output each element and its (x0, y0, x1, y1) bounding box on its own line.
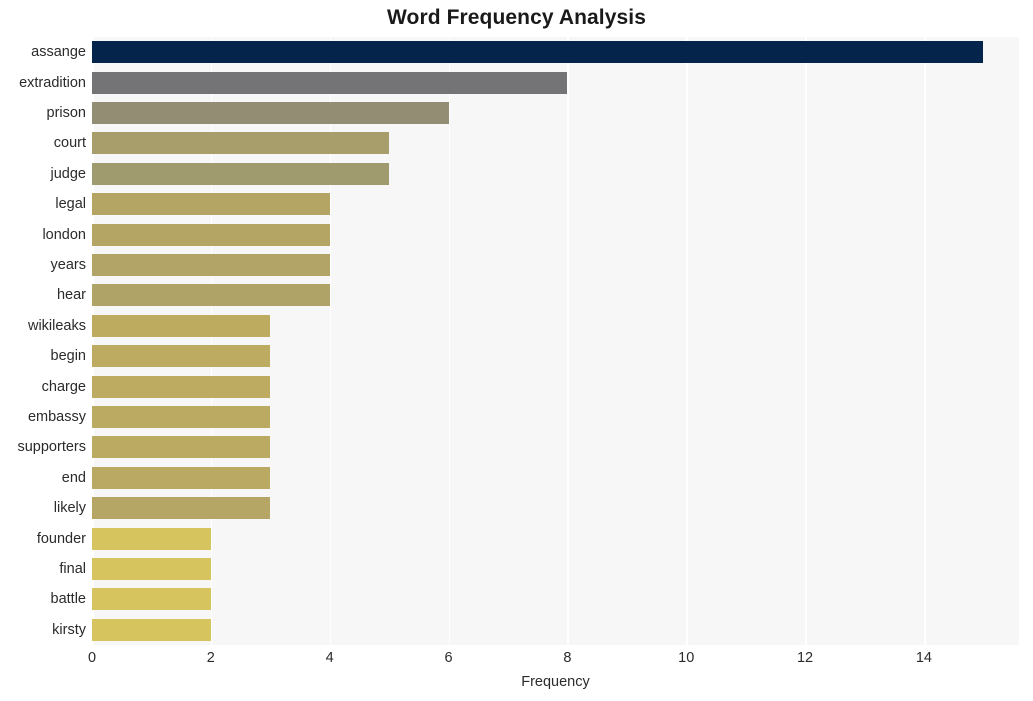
bar[interactable] (92, 41, 984, 64)
word-frequency-chart-figure: Word Frequency Analysis assange extraditi… (0, 0, 1033, 701)
y-axis-tick-label: begin (50, 348, 86, 365)
y-axis-tick-label: london (42, 226, 86, 243)
x-axis-label: Frequency (521, 674, 590, 690)
y-axis-tick-label: judge (50, 165, 86, 182)
bar[interactable] (92, 284, 330, 307)
y-axis-tick-label: end (61, 469, 86, 486)
y-axis-tick-label: extradition (19, 74, 86, 91)
bar[interactable] (92, 436, 271, 459)
bar[interactable] (92, 132, 390, 155)
x-axis-tick-label: 4 (325, 650, 334, 666)
x-axis-tick-label: 0 (87, 650, 97, 666)
y-axis-tick-label: assange (31, 44, 86, 61)
y-axis-tick-label: supporters (17, 439, 86, 456)
bar[interactable] (92, 223, 330, 246)
y-axis-tick-label: embassy (27, 409, 86, 425)
bars-layer (92, 37, 1019, 645)
x-axis-tick-label: 14 (915, 650, 932, 666)
y-axis-tick-label: court (53, 135, 86, 152)
bar[interactable] (92, 254, 330, 276)
y-axis-tick-label: kirsty (52, 621, 86, 638)
bar[interactable] (92, 102, 449, 124)
bar[interactable] (92, 406, 271, 428)
y-axis-tick-label: battle (50, 591, 86, 608)
bar[interactable] (92, 588, 211, 611)
x-axis-tick-label: 12 (796, 650, 814, 666)
x-axis-tick-label: 2 (206, 650, 215, 666)
x-axis-tick-labels: 0 2 4 6 8 10 12 14 (88, 650, 1019, 672)
bar[interactable] (92, 497, 271, 520)
bar[interactable] (92, 345, 271, 368)
y-axis-tick-label: final (59, 561, 86, 577)
y-axis-tick-label: charge (41, 378, 86, 395)
y-axis-tick-label: legal (55, 196, 86, 213)
bar[interactable] (92, 618, 211, 641)
bar[interactable] (92, 558, 211, 580)
bar[interactable] (92, 527, 211, 550)
bar[interactable] (92, 162, 390, 185)
y-axis-tick-label: founder (36, 530, 86, 547)
y-axis-tick-label: years (50, 257, 86, 273)
y-axis-tick-label: prison (46, 105, 87, 121)
bar[interactable] (92, 314, 271, 337)
x-axis-tick-label: 6 (444, 650, 453, 666)
y-axis-tick-labels: assange extradition prison court judge legal l… (0, 37, 86, 645)
y-axis-tick-label: wikileaks (27, 317, 86, 334)
y-axis-tick-label: hear (56, 287, 86, 304)
y-axis-tick-label: likely (53, 500, 86, 517)
bar[interactable] (92, 375, 271, 398)
chart-title: Word Frequency Analysis (386, 6, 647, 29)
x-axis-tick-label: 10 (678, 650, 695, 666)
bar[interactable] (92, 466, 271, 489)
x-axis-tick-label: 8 (563, 650, 572, 666)
plot-area (92, 37, 1019, 645)
bar[interactable] (92, 71, 568, 94)
bar[interactable] (92, 193, 330, 216)
